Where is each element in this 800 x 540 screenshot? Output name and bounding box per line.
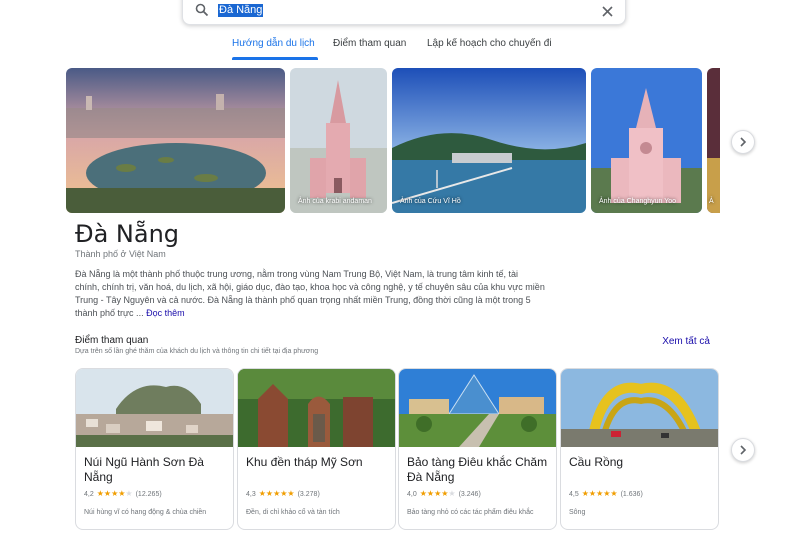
attraction-image <box>561 369 718 447</box>
photo-credit: Ả <box>709 198 714 205</box>
star-rating-icon: ★★★★★ <box>258 489 295 498</box>
attraction-image <box>399 369 556 447</box>
attraction-description: Đền, di chỉ khảo cổ và tàn tích <box>246 509 340 516</box>
photo-pink-church[interactable]: Ảnh của krabi andaman <box>290 68 387 213</box>
rating-value: 4,5 <box>569 491 579 498</box>
attraction-card[interactable]: Khu đền tháp Mỹ Sơn 4,3 ★★★★★ (3.278) Đền,… <box>237 368 396 530</box>
tab-bar: Hướng dẫn du lịch Điểm tham quan Lập kế … <box>0 38 800 60</box>
star-rating-icon: ★★★★★ <box>96 489 133 498</box>
tab-plan-trip[interactable]: Lập kế hoạch cho chuyến đi <box>427 38 552 49</box>
active-tab-indicator <box>232 57 318 60</box>
chevron-right-icon <box>740 137 747 147</box>
attraction-name: Cầu Rồng <box>569 455 624 469</box>
close-icon[interactable] <box>602 4 613 17</box>
read-more-link[interactable]: Đọc thêm <box>146 308 185 318</box>
photo-bay-bridge[interactable]: Ảnh của Cứu Vĩ Hồ <box>392 68 586 213</box>
attraction-description: Bảo tàng nhỏ có các tác phẩm điêu khắc <box>407 509 534 516</box>
photo-partial[interactable]: Ả <box>707 68 720 213</box>
attractions-next-button[interactable] <box>731 438 755 462</box>
attraction-card[interactable]: Bảo tàng Điêu khắc Chăm Đà Nẵng 4,0 ★★★★★… <box>398 368 557 530</box>
rating-value: 4,2 <box>84 491 94 498</box>
attraction-name: Núi Ngũ Hành Sơn Đà Nẵng <box>84 455 204 484</box>
attraction-name: Khu đền tháp Mỹ Sơn <box>246 455 363 469</box>
star-rating-icon: ★★★★★ <box>419 489 456 498</box>
photo-city-lake[interactable] <box>66 68 285 213</box>
photo-credit: Ảnh của Cứu Vĩ Hồ <box>400 198 461 205</box>
review-count: (12.265) <box>135 491 162 498</box>
place-subtitle: Thành phố ở Việt Nam <box>75 249 166 259</box>
attraction-card[interactable]: Cầu Rồng 4,5 ★★★★★ (1.636) Sông <box>560 368 719 530</box>
photo-credit: Ảnh của krabi andaman <box>298 198 372 205</box>
review-count: (3.246) <box>458 491 481 498</box>
star-rating-icon: ★★★★★ <box>581 489 618 498</box>
attraction-description: Sông <box>569 509 586 516</box>
review-count: (1.636) <box>620 491 643 498</box>
tab-attractions[interactable]: Điểm tham quan <box>333 38 406 49</box>
attraction-rating: 4,2 ★★★★★ (12.265) <box>84 489 162 498</box>
rating-value: 4,0 <box>407 491 417 498</box>
section-title: Điểm tham quan <box>75 335 149 346</box>
photos-next-button[interactable] <box>731 130 755 154</box>
attraction-card[interactable]: Núi Ngũ Hành Sơn Đà Nẵng 4,2 ★★★★★ (12.265… <box>75 368 234 530</box>
see-all-link[interactable]: Xem tất cả <box>662 336 710 347</box>
tab-travel-guide[interactable]: Hướng dẫn du lịch <box>232 38 315 49</box>
attraction-rating: 4,0 ★★★★★ (3.246) <box>407 489 481 498</box>
review-count: (3.278) <box>297 491 320 498</box>
attraction-image <box>76 369 233 447</box>
photo-church-closeup[interactable]: Ảnh của Changhyun Yoo <box>591 68 702 213</box>
search-box[interactable]: Đà Nẵng <box>182 0 626 25</box>
section-subtitle: Dựa trên số lần ghé thăm của khách du lị… <box>75 348 319 355</box>
attraction-name: Bảo tàng Điêu khắc Chăm Đà Nẵng <box>407 455 548 484</box>
photo-credit: Ảnh của Changhyun Yoo <box>599 198 677 205</box>
search-icon[interactable] <box>195 3 209 17</box>
place-description: Đà Nẵng là một thành phố thuộc trung ươn… <box>75 268 545 320</box>
search-input[interactable]: Đà Nẵng <box>218 4 264 17</box>
attraction-image <box>238 369 395 447</box>
attraction-rating: 4,3 ★★★★★ (3.278) <box>246 489 320 498</box>
chevron-right-icon <box>740 445 747 455</box>
attraction-description: Núi hùng vĩ có hang động & chùa chiền <box>84 509 207 516</box>
rating-value: 4,3 <box>246 491 256 498</box>
attraction-rating: 4,5 ★★★★★ (1.636) <box>569 489 643 498</box>
place-title: Đà Nẵng <box>75 220 180 248</box>
